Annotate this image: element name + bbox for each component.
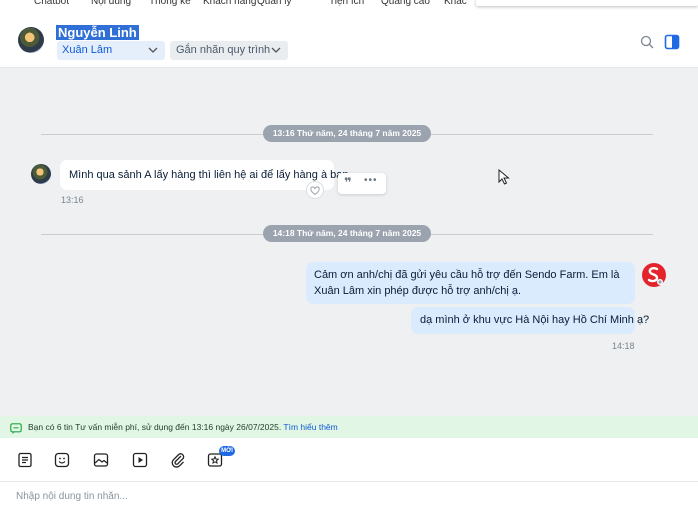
outgoing-message[interactable]: Cảm ơn anh/chị đã gửi yêu cầu hỗ trợ đến… [306,262,635,304]
message-composer [0,483,698,512]
image-icon[interactable] [93,452,109,468]
nav-item-quang-cao[interactable]: Quảng cáo [381,0,444,8]
message-time: 13:16 [61,195,84,205]
side-panel-toggle-icon[interactable] [664,34,680,50]
nav-item-chatbot[interactable]: Chatbot [34,0,91,8]
notice-text: Bạn có 6 tin Tư vấn miễn phí, sử dụng đế… [28,422,282,432]
more-icon[interactable]: ••• [364,175,378,186]
quote-icon[interactable]: ❞ [344,175,352,191]
tag-process-label: Gắn nhãn quy trình [176,44,271,56]
composer-toolbar [0,438,698,482]
attachment-icon[interactable] [170,452,186,468]
message-time: 14:18 [612,341,635,351]
assignee-select[interactable]: Xuân Lâm [57,41,165,60]
chat-bubble-icon [10,421,22,434]
contact-avatar[interactable] [18,27,44,53]
video-icon[interactable] [132,452,148,468]
sendo-bot-avatar[interactable] [642,263,666,287]
nav-item-thong-ke[interactable]: Thống kê [149,0,203,8]
sender-avatar[interactable] [31,164,51,184]
message-input[interactable] [16,491,676,502]
outgoing-message[interactable]: dạ mình ở khu vực Hà Nội hay Hồ Chí Minh… [411,307,649,334]
top-nav: Chatbot Nội dung Thống kê Khách hàng Quả… [0,0,698,10]
date-separator: 14:18 Thứ năm, 24 tháng 7 năm 2025 [263,225,431,242]
message-actions-bar: ❞ ••• [338,173,386,194]
new-badge: MỚI [219,446,235,456]
tag-process-button[interactable]: Gắn nhãn quy trình [170,41,288,60]
chat-area[interactable]: 13:16 Thứ năm, 24 tháng 7 năm 2025 Mình … [0,68,698,416]
sticker-icon[interactable] [54,452,70,468]
quick-reply-icon[interactable] [17,452,33,468]
conversation-header: Nguyễn Linh Xuân Lâm Gắn nhãn quy trình [0,10,698,68]
nav-item-khac[interactable]: Khác [444,0,474,8]
mouse-cursor-icon [498,168,510,185]
learn-more-link[interactable]: Tìm hiểu thêm [283,422,337,432]
nav-item-noi-dung[interactable]: Nội dung [91,0,149,8]
nav-item-tien-ich[interactable]: Tiện ích [329,0,381,8]
contact-name[interactable]: Nguyễn Linh [56,25,139,40]
heart-reaction-icon[interactable] [306,181,324,199]
incoming-message[interactable]: Mình qua sảnh A lấy hàng thì liên hệ ai … [60,160,349,190]
dropdown-popup [476,0,698,6]
date-separator: 13:16 Thứ năm, 24 tháng 7 năm 2025 [263,125,431,142]
chevron-down-icon [271,41,281,67]
chevron-down-icon [148,41,158,67]
nav-item-quan-ly[interactable]: Quản lý [257,0,329,8]
free-message-notice: Bạn có 6 tin Tư vấn miễn phí, sử dụng đế… [0,416,698,438]
search-icon[interactable] [640,35,654,49]
nav-item-khach-hang[interactable]: Khách hàng [203,0,257,8]
assignee-label: Xuân Lâm [62,44,113,56]
